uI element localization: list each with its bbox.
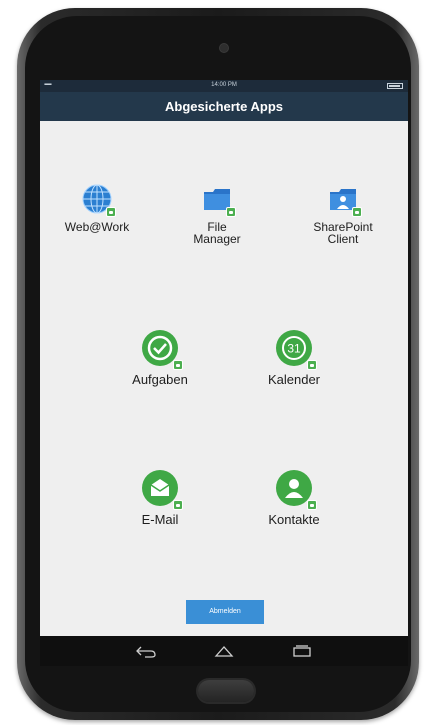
email-icon — [140, 468, 183, 510]
lock-badge-icon — [307, 500, 317, 510]
status-time: 14:00 PM — [211, 82, 237, 88]
calendar-icon: 31 — [274, 328, 317, 370]
app-label: Web@Work — [64, 220, 130, 234]
lock-badge-icon — [173, 360, 183, 370]
lock-badge-icon — [106, 207, 116, 217]
app-label: SharePoint Client — [313, 220, 373, 246]
app-aufgaben[interactable]: Aufgaben — [110, 328, 210, 386]
home-icon[interactable] — [213, 642, 235, 660]
status-bar: ▪▪▪▪▪▪ 14:00 PM — [40, 80, 408, 92]
app-file-manager[interactable]: File Manager — [167, 183, 267, 245]
app-label: Kalender — [267, 372, 321, 387]
recent-apps-icon[interactable] — [291, 642, 313, 660]
battery-icon — [387, 83, 403, 89]
svg-text:31: 31 — [287, 342, 301, 356]
lock-badge-icon — [173, 500, 183, 510]
folder-icon — [201, 183, 236, 217]
lock-badge-icon — [307, 360, 317, 370]
android-nav-bar — [40, 636, 408, 666]
lock-badge-icon — [226, 207, 236, 217]
app-kalender[interactable]: 31 Kalender — [244, 328, 344, 386]
app-sharepoint-client[interactable]: SharePoint Client — [293, 183, 393, 245]
globe-icon — [81, 183, 116, 217]
page-title: Abgesicherte Apps — [40, 92, 408, 121]
app-label: E-Mail — [141, 512, 179, 527]
task-check-icon — [140, 328, 183, 370]
app-label: Kontakte — [268, 512, 320, 527]
front-camera — [220, 44, 228, 52]
app-label: File Manager — [193, 220, 241, 246]
tablet-screen: ▪▪▪▪▪▪ 14:00 PM Abgesicherte Apps Web@Wo… — [40, 80, 408, 666]
app-web-at-work[interactable]: Web@Work — [47, 183, 147, 233]
app-label: Aufgaben — [132, 372, 188, 387]
contact-icon — [274, 468, 317, 510]
app-kontakte[interactable]: Kontakte — [244, 468, 344, 526]
sharepoint-folder-icon — [327, 183, 362, 217]
hardware-home-button[interactable] — [198, 680, 254, 702]
back-icon[interactable] — [135, 642, 157, 660]
logout-button[interactable]: Abmelden — [186, 600, 264, 624]
app-e-mail[interactable]: E-Mail — [110, 468, 210, 526]
lock-badge-icon — [352, 207, 362, 217]
